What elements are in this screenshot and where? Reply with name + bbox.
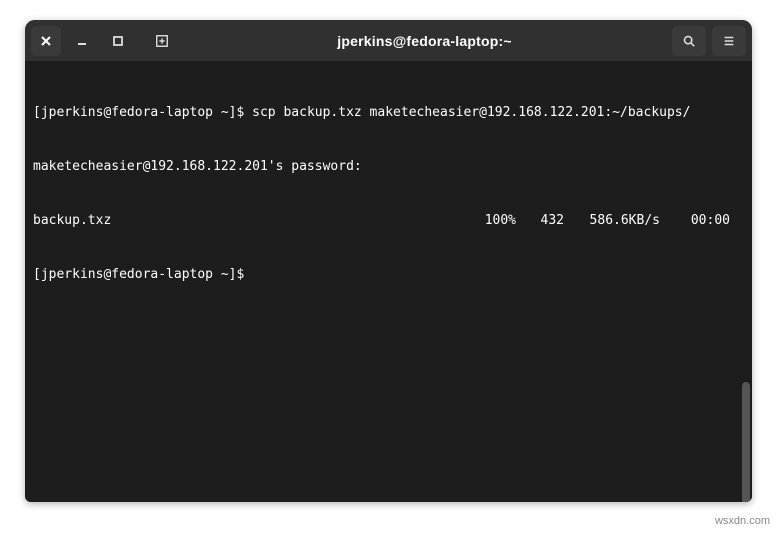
watermark: wsxdn.com [715,515,770,527]
new-tab-icon [155,34,169,48]
transfer-rate: 586.6KB/s [564,212,660,230]
password-prompt: maketecheasier@192.168.122.201's passwor… [33,159,362,174]
titlebar-right-controls [672,26,746,56]
prompt: [jperkins@fedora-laptop ~]$ [33,267,252,282]
terminal-body[interactable]: [jperkins@fedora-laptop ~]$ scp backup.t… [25,62,752,502]
menu-button[interactable] [712,26,746,56]
titlebar: jperkins@fedora-laptop:~ [25,20,752,62]
command-text: scp backup.txz maketecheasier@192.168.12… [252,105,690,120]
scp-progress-line: backup.txz 100%432586.6KB/s00:00 [33,212,744,230]
scrollbar-thumb[interactable] [742,382,750,502]
terminal-line: maketecheasier@192.168.122.201's passwor… [33,158,744,176]
transfer-size: 432 [516,212,564,230]
minimize-icon [75,34,89,48]
minimize-button[interactable] [67,26,97,56]
close-button[interactable] [31,26,61,56]
transfer-percent: 100% [468,212,516,230]
terminal-line: [jperkins@fedora-laptop ~]$ [33,266,744,284]
new-tab-button[interactable] [147,26,177,56]
window-title: jperkins@fedora-laptop:~ [183,33,666,49]
search-icon [682,34,696,48]
transfer-stats: 100%432586.6KB/s00:00 [111,212,744,230]
search-button[interactable] [672,26,706,56]
terminal-line: [jperkins@fedora-laptop ~]$ scp backup.t… [33,104,744,122]
hamburger-icon [722,34,736,48]
close-icon [39,34,53,48]
prompt: [jperkins@fedora-laptop ~]$ [33,105,252,120]
maximize-icon [111,34,125,48]
terminal-window: jperkins@fedora-laptop:~ [jperkins@fedor… [25,20,752,502]
maximize-button[interactable] [103,26,133,56]
transfer-file: backup.txz [33,212,111,230]
transfer-time: 00:00 [660,212,730,230]
